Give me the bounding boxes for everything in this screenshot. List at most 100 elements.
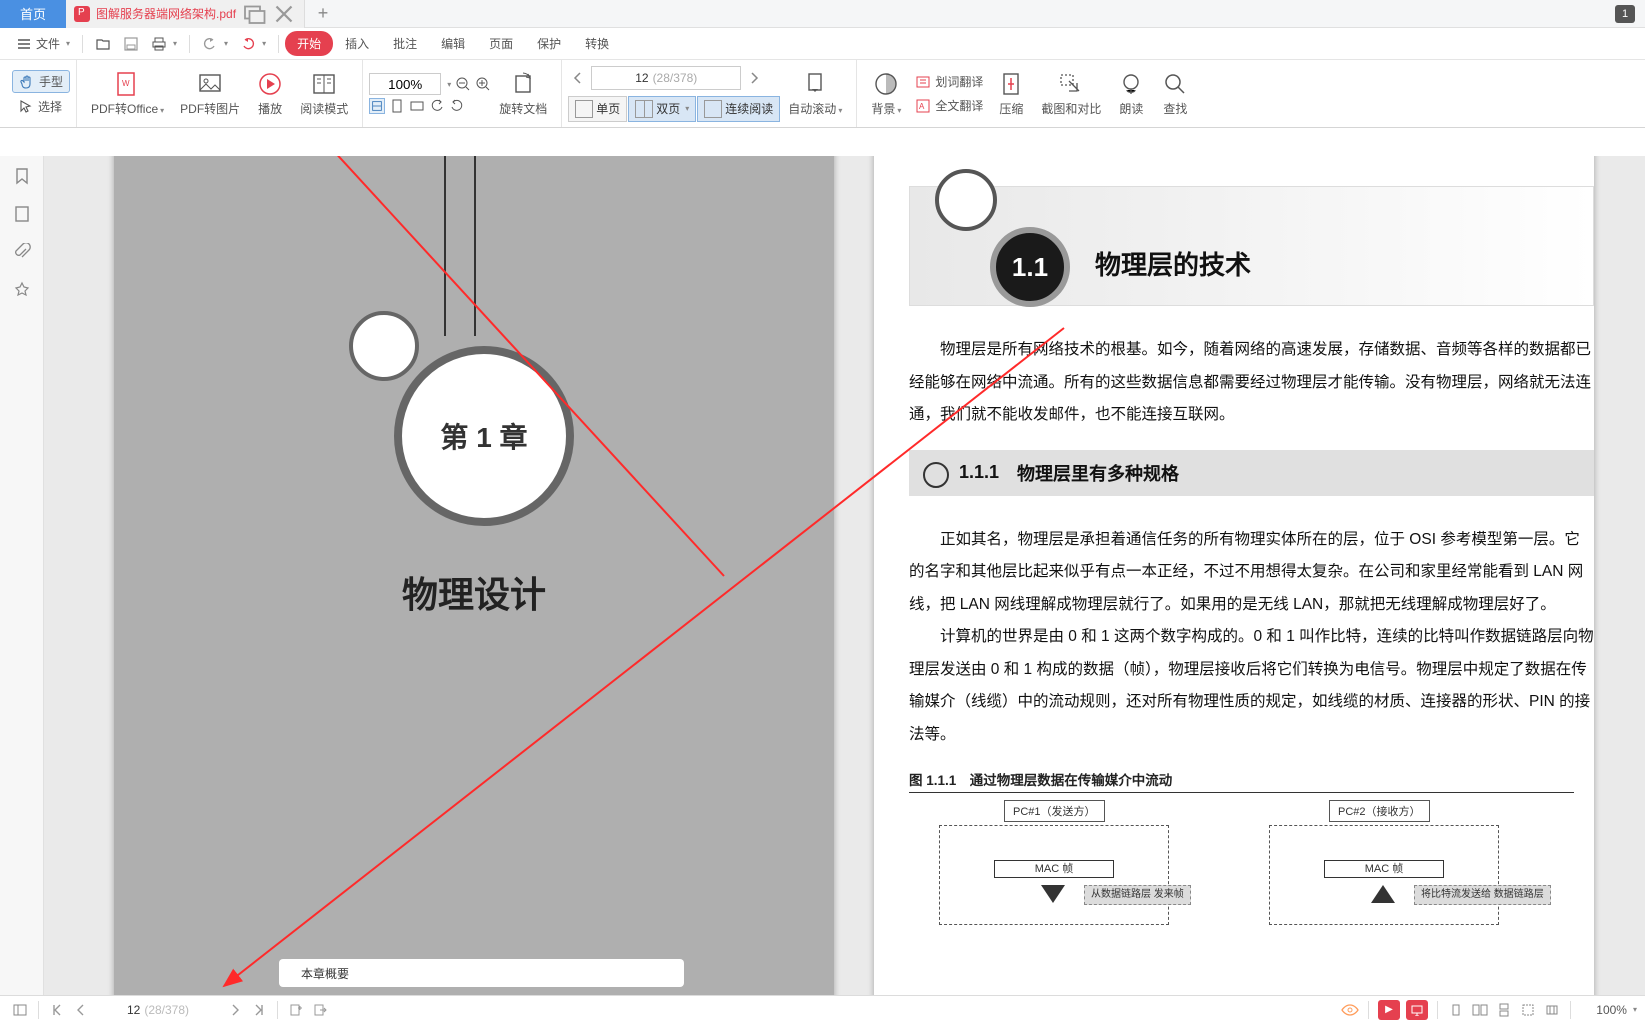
chapter-number: 第 1 章	[440, 416, 527, 456]
continuous-icon	[704, 100, 722, 118]
auto-scroll-label: 自动滚动	[788, 102, 836, 116]
zoom-dropdown-icon[interactable]: ▾	[447, 80, 451, 89]
menu-protect[interactable]: 保护	[525, 31, 573, 56]
first-page-icon[interactable]	[45, 999, 69, 1021]
thumbnail-icon[interactable]	[10, 202, 34, 226]
actual-size-icon[interactable]	[409, 98, 425, 114]
zoom-in-icon[interactable]	[475, 76, 491, 92]
double-view-icon[interactable]	[1468, 999, 1492, 1021]
detach-window-icon[interactable]	[242, 2, 266, 26]
status-zoom[interactable]: 100% ▾	[1577, 1003, 1637, 1017]
status-play-icon[interactable]: ▶	[1378, 1000, 1400, 1020]
chevron-down-icon: ▾	[66, 39, 70, 48]
add-page-icon[interactable]	[284, 999, 308, 1021]
prev-page-sb-icon[interactable]	[69, 999, 93, 1021]
section-banner: 1.1 物理层的技术	[909, 186, 1594, 306]
next-page-icon[interactable]	[744, 66, 764, 90]
main-area: 第 1 章 物理设计 本章概要 1.1 物理层的技术 物理层是所有网络技术的根基…	[0, 156, 1645, 995]
document-viewport[interactable]: 第 1 章 物理设计 本章概要 1.1 物理层的技术 物理层是所有网络技术的根基…	[44, 156, 1645, 995]
status-slideshow-icon[interactable]	[1406, 1000, 1428, 1020]
last-page-icon[interactable]	[247, 999, 271, 1021]
next-page-sb-icon[interactable]	[223, 999, 247, 1021]
menu-page[interactable]: 页面	[477, 31, 525, 56]
bookmark-icon[interactable]	[10, 164, 34, 188]
single-page-label: 单页	[596, 100, 620, 117]
compress-button[interactable]: 压缩	[989, 66, 1033, 121]
pdf-to-office-button[interactable]: W PDF转Office▾	[83, 66, 172, 121]
panel-toggle-icon[interactable]	[8, 999, 32, 1021]
actual-view-icon[interactable]	[1540, 999, 1564, 1021]
zoom-input[interactable]	[369, 73, 441, 95]
gear-decoration-icon	[349, 311, 419, 381]
section-number: 1.1	[990, 227, 1070, 307]
chapter-title: 物理设计	[114, 566, 834, 618]
document-tab[interactable]: 图解服务器端网络架构.pdf	[66, 0, 305, 28]
open-button[interactable]	[89, 33, 117, 55]
side-panel	[0, 156, 44, 995]
figure-caption: 图 1.1.1 通过物理层数据在传输媒介中流动	[909, 769, 1574, 793]
status-page-input[interactable]: 12 (28/378)	[93, 1000, 223, 1020]
menu-start[interactable]: 开始	[285, 31, 333, 56]
export-page-icon[interactable]	[308, 999, 332, 1021]
menu-edit[interactable]: 编辑	[429, 31, 477, 56]
print-button[interactable]: ▾	[145, 33, 183, 55]
new-tab-button[interactable]: +	[311, 2, 335, 26]
redo-button[interactable]: ▾	[234, 33, 272, 55]
home-tab[interactable]: 首页	[0, 0, 66, 28]
play-button[interactable]: 播放	[248, 66, 292, 121]
undo-button[interactable]: ▾	[196, 33, 234, 55]
select-tool-button[interactable]: 选择	[12, 96, 70, 117]
notification-badge[interactable]: 1	[1615, 5, 1635, 23]
statusbar: 12 (28/378) ▶ 100% ▾	[0, 995, 1645, 1023]
status-total-pages: (28/378)	[144, 1003, 189, 1017]
single-page-button[interactable]: 单页	[568, 96, 627, 122]
page-number-input[interactable]: 12 (28/378)	[591, 66, 741, 90]
read-aloud-button[interactable]: 朗读	[1109, 66, 1153, 121]
current-page: 12	[635, 71, 648, 85]
double-page-button[interactable]: 双页 ▾	[628, 96, 696, 122]
save-button[interactable]	[117, 33, 145, 55]
status-current-page: 12	[127, 1003, 140, 1017]
mac-frame-2: MAC 帧	[1324, 860, 1444, 878]
continuous-view-icon[interactable]	[1492, 999, 1516, 1021]
eye-icon[interactable]	[1338, 999, 1362, 1021]
note-label-1: 从数据链路层 发来帧	[1084, 885, 1191, 905]
crop-compare-button[interactable]: 截图和对比	[1033, 66, 1109, 121]
rotate-left-icon[interactable]	[429, 98, 445, 114]
menu-toggle-button[interactable]: 文件 ▾	[10, 32, 76, 55]
subsection-title: 物理层里有多种规格	[1017, 460, 1179, 486]
background-button[interactable]: 背景▾	[863, 66, 909, 121]
reading-mode-button[interactable]: 阅读模式	[292, 66, 356, 121]
stamp-icon[interactable]	[10, 278, 34, 302]
auto-scroll-button[interactable]: 自动滚动▾	[780, 66, 850, 121]
subsection-number: 1.1.1	[959, 462, 999, 483]
full-translate-label: 全文翻译	[935, 97, 983, 114]
menu-comment[interactable]: 批注	[381, 31, 429, 56]
fit-width-icon[interactable]	[369, 98, 385, 114]
find-button[interactable]: 查找	[1153, 66, 1197, 121]
continuous-label: 连续阅读	[725, 100, 773, 117]
chapter-overview-label: 本章概要	[301, 965, 349, 982]
full-translate-button[interactable]: A 全文翻译	[909, 95, 989, 116]
attachment-icon[interactable]	[10, 240, 34, 264]
prev-page-icon[interactable]	[568, 66, 588, 90]
pdf-to-image-button[interactable]: PDF转图片	[172, 66, 248, 121]
continuous-button[interactable]: 连续阅读	[697, 96, 780, 122]
double-page-label: 双页	[656, 100, 680, 117]
menu-insert[interactable]: 插入	[333, 31, 381, 56]
pdf-icon	[74, 6, 90, 22]
pc1-label: PC#1（发送方）	[1004, 800, 1105, 822]
single-page-icon	[575, 100, 593, 118]
ribbon-toolbar: 手型 选择 W PDF转Office▾ PDF转图片 播放 阅读模式	[0, 60, 1645, 128]
menu-convert[interactable]: 转换	[573, 31, 621, 56]
fit-view-icon[interactable]	[1516, 999, 1540, 1021]
single-view-icon[interactable]	[1444, 999, 1468, 1021]
word-translate-button[interactable]: 划词翻译	[909, 71, 989, 92]
zoom-out-icon[interactable]	[455, 76, 471, 92]
hand-tool-button[interactable]: 手型	[12, 70, 70, 93]
rotate-right-icon[interactable]	[449, 98, 465, 114]
rotate-document-button[interactable]: 旋转文档	[491, 66, 555, 121]
fit-page-icon[interactable]	[389, 98, 405, 114]
play-label: 播放	[258, 102, 282, 116]
close-tab-icon[interactable]	[272, 2, 296, 26]
